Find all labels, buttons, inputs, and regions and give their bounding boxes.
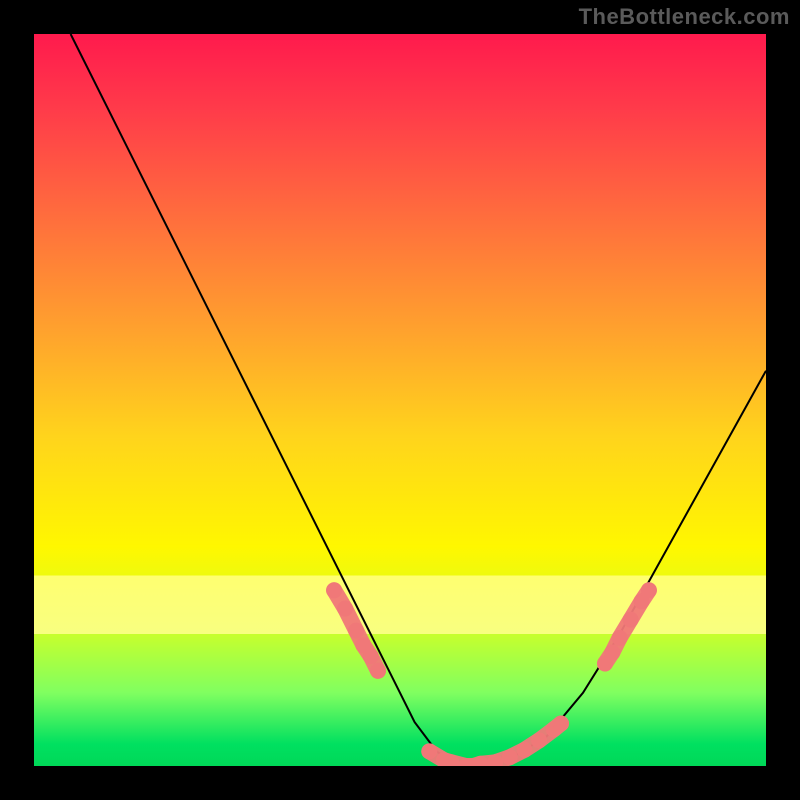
marker-dot [516,742,532,758]
marker-dot [641,582,657,598]
marker-dot [337,601,353,617]
bottleneck-curve-path [71,34,766,766]
marker-dot [502,749,518,765]
marker-dot [604,645,620,661]
chart-frame: TheBottleneck.com [0,0,800,800]
marker-dot [612,630,628,646]
marker-dot [553,716,569,732]
marker-dot [370,663,386,679]
bottleneck-curve [71,34,766,766]
chart-svg [34,34,766,766]
marker-dot [421,743,437,759]
marker-dot [326,582,342,598]
watermark-text: TheBottleneck.com [579,4,790,30]
plot-area [34,34,766,766]
marker-dot [623,612,639,628]
marker-dot [363,648,379,664]
marker-dot [348,623,364,639]
marker-dot [531,732,547,748]
data-markers [326,582,657,766]
